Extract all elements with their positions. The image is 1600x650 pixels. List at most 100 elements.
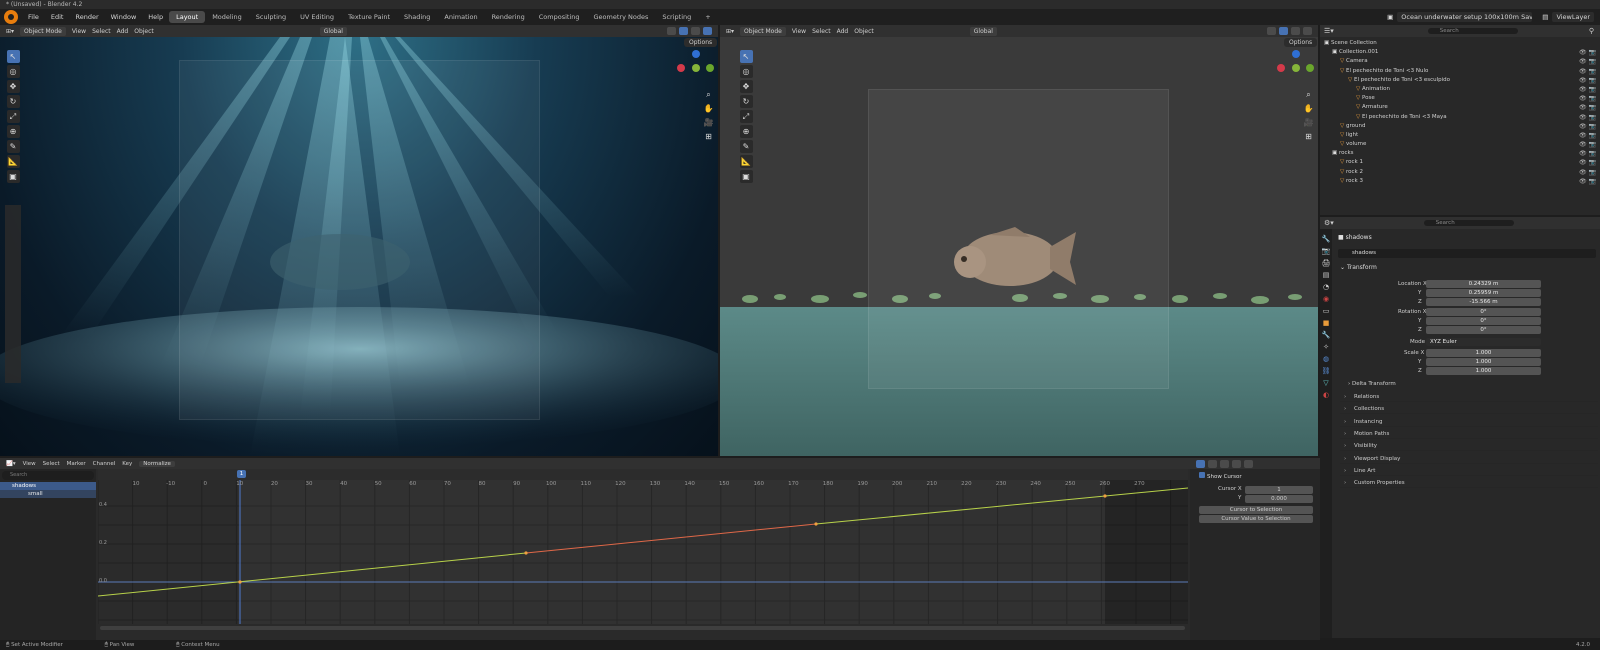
cursor-value-to-selection-button[interactable]: Cursor Value to Selection	[1199, 515, 1313, 523]
cursor-y-field[interactable]: 0.000	[1245, 495, 1313, 503]
tab-sculpting[interactable]: Sculpting	[249, 11, 293, 23]
rotate-tool-icon[interactable]: ↻	[739, 95, 753, 108]
panel-custom-properties[interactable]: Custom Properties	[1340, 478, 1598, 489]
visibility-eye-icon[interactable]: 👁 📷	[1579, 57, 1596, 66]
outliner-row[interactable]: ▽ rock 3 👁 📷	[1320, 177, 1600, 186]
channel-small[interactable]: small	[0, 490, 96, 498]
world-tab-icon[interactable]: ◉	[1323, 295, 1329, 303]
visibility-eye-icon[interactable]: 👁 📷	[1579, 67, 1596, 76]
outliner-row[interactable]: ▽ Animation 👁 📷	[1320, 85, 1600, 94]
location-z-field[interactable]: -15.566 m	[1426, 298, 1541, 306]
menu-view[interactable]: View	[72, 28, 86, 35]
filter-icon[interactable]	[1244, 459, 1253, 468]
rotation-x-field[interactable]: 0°	[1426, 308, 1541, 316]
outliner-row[interactable]: ▽ El pechechito de Toni <3 esculpido 👁 📷	[1320, 76, 1600, 85]
transform-panel-header[interactable]: ⌄ Transform	[1340, 264, 1377, 271]
pan-icon[interactable]: ✋	[1303, 103, 1314, 114]
scene-tab-icon[interactable]: ◔	[1323, 283, 1329, 291]
scale-tool-icon[interactable]: ⤢	[6, 110, 20, 123]
render-tab-icon[interactable]: 📷	[1322, 247, 1331, 255]
object-mode-dropdown[interactable]: Object Mode	[740, 26, 786, 36]
graph-area[interactable]	[98, 480, 1188, 624]
visibility-eye-icon[interactable]: 👁 📷	[1579, 113, 1596, 122]
outliner-row[interactable]: ▣ Scene Collection	[1320, 39, 1600, 48]
cursor-x-field[interactable]: 1	[1245, 486, 1313, 494]
visibility-eye-icon[interactable]: 👁 📷	[1579, 122, 1596, 131]
rotation-z-field[interactable]: 0°	[1426, 326, 1541, 334]
scene-name[interactable]: Ocean underwater setup 100x100m Saves	[1397, 12, 1533, 22]
menu-file[interactable]: File	[22, 13, 45, 21]
outliner-row[interactable]: ▽ ground 👁 📷	[1320, 122, 1600, 131]
outliner-row[interactable]: ▽ El pechechito de Toni <3 Nulo 👁 📷	[1320, 67, 1600, 76]
annotate-tool-icon[interactable]: ✎	[6, 140, 20, 153]
zoom-icon[interactable]: ⌕	[1303, 89, 1314, 100]
tool-tab-icon[interactable]: 🔧	[1322, 235, 1331, 243]
tab-layout[interactable]: Layout	[169, 11, 206, 23]
scale-y-field[interactable]: 1.000	[1426, 358, 1541, 366]
rotate-tool-icon[interactable]: ↻	[6, 95, 20, 108]
editor-type-icon[interactable]: ☰▾	[1324, 27, 1334, 35]
shading-material-icon[interactable]	[1303, 27, 1312, 35]
current-frame-indicator[interactable]: 1	[237, 470, 246, 478]
view-layer-tab-icon[interactable]: ▤	[1323, 271, 1330, 279]
outliner-row[interactable]: ▣ rocks 👁 📷	[1320, 149, 1600, 158]
gizmo-center-icon[interactable]	[1292, 64, 1300, 72]
options-button[interactable]: Options	[684, 38, 718, 47]
tab-compositing[interactable]: Compositing	[532, 11, 587, 23]
gizmo-x-icon[interactable]	[677, 64, 685, 72]
location-y-field[interactable]: 0.25959 m	[1426, 289, 1541, 297]
scale-x-field[interactable]: 1.000	[1426, 349, 1541, 357]
rotation-y-field[interactable]: 0°	[1426, 317, 1541, 325]
outliner-row[interactable]: ▣ Collection.001 👁 📷	[1320, 48, 1600, 57]
menu-key[interactable]: Key	[122, 461, 132, 467]
collection-tab-icon[interactable]: ▭	[1323, 307, 1330, 315]
tab-animation[interactable]: Animation	[437, 11, 484, 23]
panel-collections[interactable]: Collections	[1340, 404, 1598, 415]
add-workspace-button[interactable]: +	[698, 11, 717, 23]
graph-scrollbar[interactable]	[100, 626, 1185, 630]
menu-view[interactable]: View	[792, 28, 806, 35]
camera-view-icon[interactable]: 🎥	[1303, 117, 1314, 128]
menu-window[interactable]: Window	[105, 13, 143, 21]
move-tool-icon[interactable]: ✥	[739, 80, 753, 93]
gizmo-y-icon[interactable]	[706, 64, 714, 72]
channel-search[interactable]: Search	[2, 471, 94, 480]
overlay-icon[interactable]	[667, 27, 676, 35]
delta-transform-panel[interactable]: › Delta Transform	[1348, 381, 1396, 387]
gizmo-z-icon[interactable]	[1292, 50, 1300, 58]
editor-type-icon[interactable]: ⊞▾	[726, 28, 734, 35]
tab-uv-editing[interactable]: UV Editing	[293, 11, 341, 23]
shading-solid-icon[interactable]	[691, 27, 700, 35]
outliner-row[interactable]: ▽ volume 👁 📷	[1320, 140, 1600, 149]
move-tool-icon[interactable]: ✥	[6, 80, 20, 93]
outliner-row[interactable]: ▽ rock 2 👁 📷	[1320, 168, 1600, 177]
location-x-field[interactable]: 0.24329 m	[1426, 280, 1541, 288]
menu-object[interactable]: Object	[134, 28, 154, 35]
measure-tool-icon[interactable]: 📐	[6, 155, 20, 168]
measure-tool-icon[interactable]: 📐	[739, 155, 753, 168]
menu-view[interactable]: View	[23, 461, 36, 467]
perspective-icon[interactable]: ⊞	[1303, 131, 1314, 142]
outliner-row[interactable]: ▽ rock 1 👁 📷	[1320, 158, 1600, 167]
object-name-field[interactable]: shadows	[1338, 249, 1596, 258]
view-layer-name[interactable]: ViewLayer	[1552, 12, 1594, 22]
options-button[interactable]: Options	[1284, 38, 1318, 47]
transform-orientation-dropdown[interactable]: Global	[319, 26, 347, 36]
menu-help[interactable]: Help	[142, 13, 169, 21]
visibility-eye-icon[interactable]: 👁 📷	[1579, 131, 1596, 140]
visibility-eye-icon[interactable]: 👁 📷	[1579, 158, 1596, 167]
menu-object[interactable]: Object	[854, 28, 874, 35]
outliner-row[interactable]: ▽ light 👁 📷	[1320, 131, 1600, 140]
properties-search[interactable]: Search	[1423, 220, 1514, 226]
outliner-row[interactable]: ▽ Camera 👁 📷	[1320, 57, 1600, 66]
data-tab-icon[interactable]: ▽	[1323, 379, 1328, 387]
menu-select[interactable]: Select	[43, 461, 60, 467]
transform-tool-icon[interactable]: ⊕	[6, 125, 20, 138]
visibility-eye-icon[interactable]: 👁 📷	[1579, 94, 1596, 103]
zoom-icon[interactable]: ⌕	[703, 89, 714, 100]
visibility-eye-icon[interactable]: 👁 📷	[1579, 48, 1596, 57]
menu-add[interactable]: Add	[837, 28, 849, 35]
scale-z-field[interactable]: 1.000	[1426, 367, 1541, 375]
tab-rendering[interactable]: Rendering	[485, 11, 532, 23]
gizmo-x-icon[interactable]	[1277, 64, 1285, 72]
